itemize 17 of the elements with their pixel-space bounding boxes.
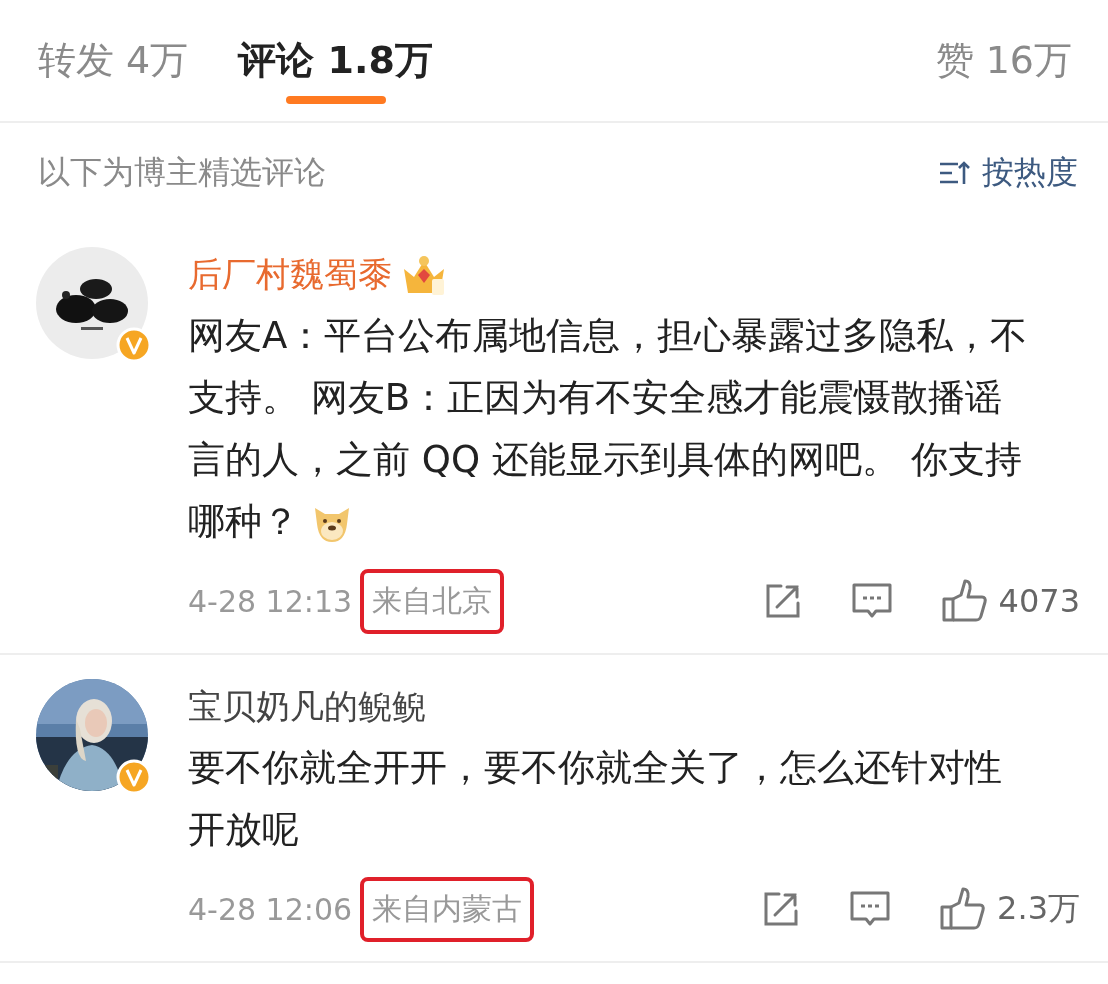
thumbs-up-icon (939, 887, 988, 931)
thumbs-up-icon (940, 579, 989, 623)
comment-text: 网友A：平台公布属地信息，担心暴露过多隐私，不支持。 网友B：正因为有不安全感才能震慑散播谣言的人，之前 QQ 还能显示到具体的网吧。 你支持哪种？ (188, 313, 1029, 546)
author-name[interactable]: 宝贝奶凡的鲵鲵 (188, 684, 426, 730)
comment-text: 要不你就全开开，要不你就全关了，怎么还针对性开放呢 (188, 745, 1003, 853)
comment-location: 来自内蒙古 (360, 876, 535, 942)
sort-button[interactable]: 按热度 (938, 151, 1078, 195)
author-name[interactable]: 后厂村魏蜀黍 (188, 252, 392, 298)
comment-time: 4-28 12:13 (188, 583, 353, 619)
likes-tab[interactable]: 赞 16万 (935, 15, 1072, 106)
like-button[interactable]: 2.3万 (939, 887, 1080, 931)
like-button[interactable]: 4073 (940, 579, 1080, 623)
comment-tab[interactable]: 转发 4万 (38, 15, 189, 106)
comment-tab[interactable]: 评论 1.8万 (238, 15, 433, 106)
comment-time: 4-28 12:06 (188, 891, 353, 927)
section-title: 以下为博主精选评论 (38, 152, 326, 193)
comment-location: 来自北京 (360, 568, 505, 634)
